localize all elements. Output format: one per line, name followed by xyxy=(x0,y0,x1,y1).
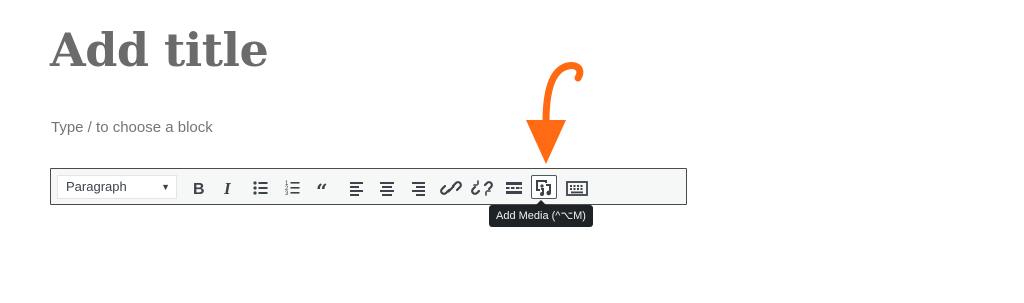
numbered-list-icon: 123 xyxy=(285,181,300,197)
tooltip-text: Add Media (^⌥M) xyxy=(496,210,586,222)
link-icon xyxy=(440,181,462,195)
read-more-button[interactable] xyxy=(500,175,526,199)
align-center-icon xyxy=(380,182,394,196)
align-right-button[interactable] xyxy=(404,175,430,199)
add-media-tooltip: Add Media (^⌥M) xyxy=(489,200,593,227)
tooltip-pointer xyxy=(535,200,546,205)
bulleted-list-icon xyxy=(253,181,268,195)
format-select-value: Paragraph xyxy=(66,179,127,194)
insert-link-button[interactable] xyxy=(437,175,463,199)
toolbar-toggle-button[interactable] xyxy=(563,175,589,199)
numbered-list-button[interactable]: 123 xyxy=(279,175,305,199)
add-media-icon xyxy=(536,180,551,196)
post-title-placeholder[interactable]: Add title xyxy=(50,22,269,78)
annotation-arrow-icon xyxy=(526,62,584,164)
italic-icon: I xyxy=(223,179,232,198)
bold-icon: B xyxy=(193,181,205,198)
classic-editor-toolbar: Paragraph ▼ B I 123 “ xyxy=(50,168,687,205)
align-left-icon xyxy=(350,182,363,196)
svg-text:3: 3 xyxy=(285,191,289,197)
align-left-button[interactable] xyxy=(343,175,369,199)
bold-button[interactable]: B xyxy=(184,175,210,199)
italic-button[interactable]: I xyxy=(214,175,240,199)
chevron-down-icon: ▼ xyxy=(161,182,170,192)
add-media-button[interactable] xyxy=(531,175,557,199)
unlink-icon xyxy=(471,180,493,196)
svg-text:B: B xyxy=(193,181,205,198)
paragraph-format-select[interactable]: Paragraph ▼ xyxy=(57,175,177,199)
remove-link-button[interactable] xyxy=(468,175,494,199)
align-right-icon xyxy=(412,182,425,196)
read-more-icon xyxy=(506,182,522,194)
svg-text:I: I xyxy=(223,179,232,198)
quote-icon: “ xyxy=(316,179,328,200)
svg-text:“: “ xyxy=(316,179,328,200)
align-center-button[interactable] xyxy=(373,175,399,199)
keyboard-icon xyxy=(566,181,588,196)
blockquote-button[interactable]: “ xyxy=(310,175,336,200)
block-appender-hint[interactable]: Type / to choose a block xyxy=(51,118,213,138)
bulleted-list-button[interactable] xyxy=(247,175,273,199)
